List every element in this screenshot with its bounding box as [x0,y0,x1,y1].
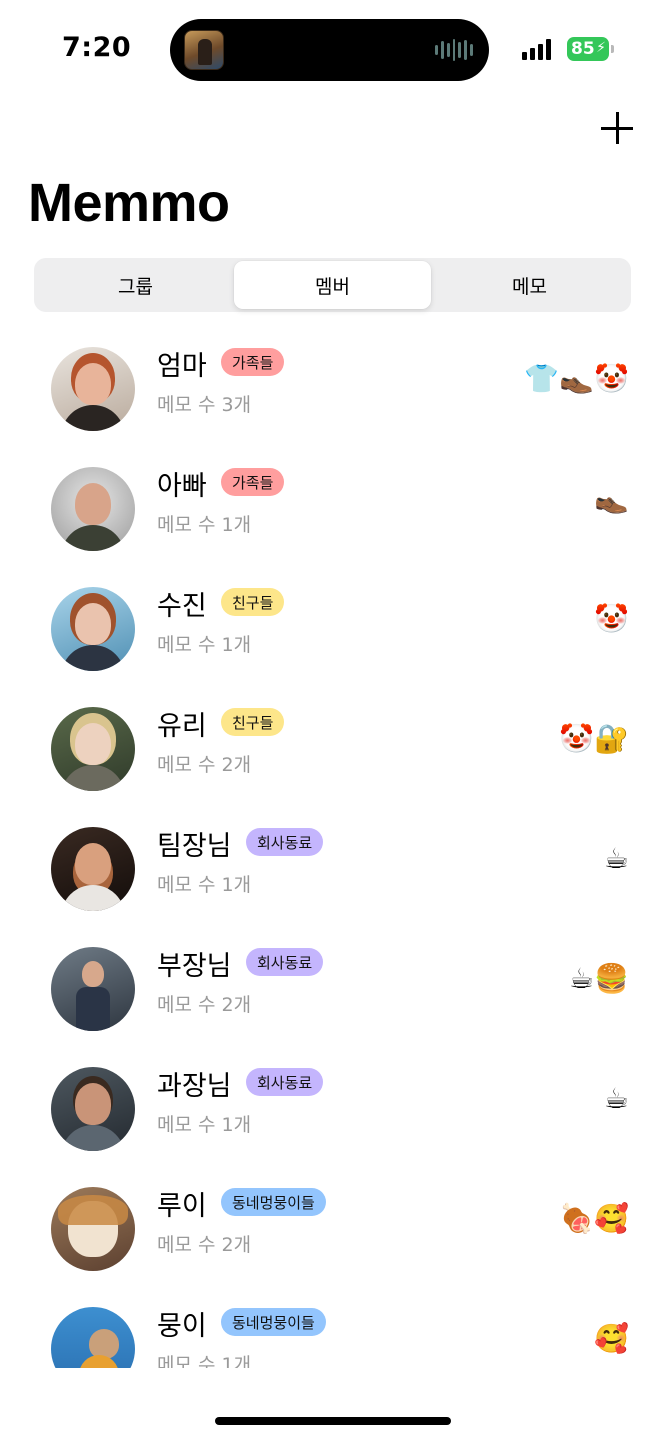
member-row[interactable]: 루이 동네멍뭉이들 메모 수 2개 🍖🥰 [0,1168,665,1288]
tab-groups[interactable]: 그룹 [37,261,234,309]
memo-count: 메모 수 1개 [157,514,252,536]
memo-emojis: 🥰 [594,1322,629,1355]
avatar [51,1307,135,1368]
member-row[interactable]: 과장님 회사동료 메모 수 1개 ☕ [0,1048,665,1168]
memo-count: 메모 수 3개 [157,394,252,416]
status-time: 7:20 [62,32,132,63]
member-name: 팀장님 [157,831,232,862]
memo-emojis: 🤡 [594,602,629,635]
group-tag: 동네멍뭉이들 [221,1308,326,1336]
tab-members[interactable]: 멤버 [234,261,431,309]
member-row[interactable]: 부장님 회사동료 메모 수 2개 ☕🍔 [0,928,665,1048]
group-tag: 회사동료 [246,948,324,976]
member-name: 부장님 [157,951,232,982]
cellular-signal-icon [522,38,551,60]
group-tag: 동네멍뭉이들 [221,1188,326,1216]
memo-emojis: ☕🍔 [569,962,629,995]
charging-bolt-icon: ⚡ [596,40,606,56]
battery-cap [611,45,614,53]
memo-emojis: 🍖🥰 [559,1202,629,1235]
group-tag: 회사동료 [246,828,324,856]
member-name: 유리 [157,711,207,742]
member-row[interactable]: 팀장님 회사동료 메모 수 1개 ☕ [0,808,665,928]
group-tag: 회사동료 [246,1068,324,1096]
home-indicator[interactable] [215,1417,451,1425]
memo-emojis: ☕ [603,842,629,875]
status-bar: 7:20 85 ⚡ [0,0,665,100]
memo-count: 메모 수 2개 [157,754,252,776]
member-name: 아빠 [157,471,207,502]
avatar [51,1067,135,1151]
memo-emojis: 👞 [594,482,629,515]
avatar [51,587,135,671]
avatar [51,347,135,431]
member-name: 뭉이 [157,1311,207,1342]
member-name: 루이 [157,1191,207,1222]
segmented-control: 그룹 멤버 메모 [34,258,631,312]
memo-emojis: 🤡🔐 [559,722,629,755]
member-name: 수진 [157,591,207,622]
member-row[interactable]: 뭉이 동네멍뭉이들 메모 수 1개 🥰 [0,1288,665,1368]
group-tag: 가족들 [221,468,285,496]
memo-count: 메모 수 2개 [157,1234,252,1256]
memo-count: 메모 수 1개 [157,874,252,896]
member-row[interactable]: 유리 친구들 메모 수 2개 🤡🔐 [0,688,665,808]
member-name: 엄마 [157,351,207,382]
dynamic-island[interactable] [170,19,489,81]
member-row[interactable]: 엄마 가족들 메모 수 3개 👕👞🤡 [0,328,665,448]
audio-waveform-icon [435,39,474,61]
member-name: 과장님 [157,1071,232,1102]
memo-count: 메모 수 1개 [157,634,252,656]
tab-memos[interactable]: 메모 [431,261,628,309]
group-tag: 친구들 [221,708,285,736]
memo-count: 메모 수 1개 [157,1354,252,1368]
now-playing-app-icon [184,30,224,70]
memo-emojis: ☕ [603,1082,629,1115]
group-tag: 가족들 [221,348,285,376]
group-tag: 친구들 [221,588,285,616]
memo-emojis: 👕👞🤡 [524,362,629,395]
avatar [51,1187,135,1271]
avatar [51,827,135,911]
member-list: 엄마 가족들 메모 수 3개 👕👞🤡 아빠 가족들 메모 수 1개 👞 수진 친… [0,328,665,1368]
avatar [51,707,135,791]
battery-icon: 85 ⚡ [567,37,609,61]
add-button[interactable] [598,110,636,148]
memo-count: 메모 수 2개 [157,994,252,1016]
member-row[interactable]: 아빠 가족들 메모 수 1개 👞 [0,448,665,568]
avatar [51,467,135,551]
member-row[interactable]: 수진 친구들 메모 수 1개 🤡 [0,568,665,688]
avatar [51,947,135,1031]
battery-level: 85 [571,39,595,59]
page-title: Memmo [28,173,230,233]
memo-count: 메모 수 1개 [157,1114,252,1136]
